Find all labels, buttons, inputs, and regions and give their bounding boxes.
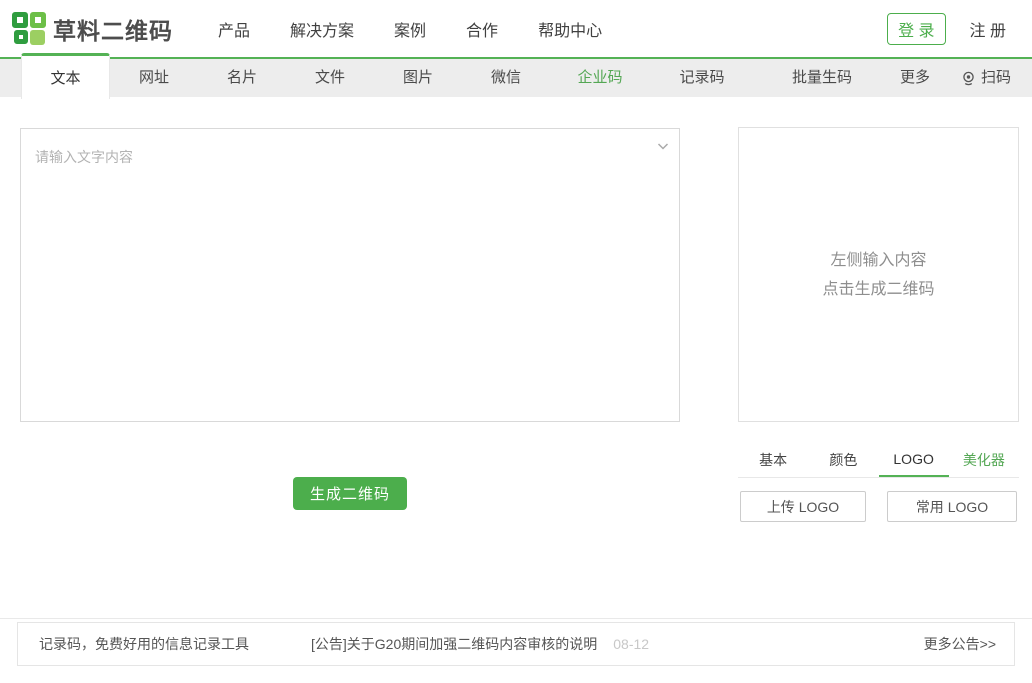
tab-record-code[interactable]: 记录码 [650, 59, 754, 97]
preview-hint-line1: 左侧输入内容 [830, 251, 927, 269]
header: 草料二维码 产品 解决方案 案例 合作 帮助中心 登 录 注 册 [0, 0, 1032, 57]
style-tab-logo[interactable]: LOGO [878, 443, 949, 477]
tab-image[interactable]: 图片 [374, 59, 462, 97]
style-tab-color[interactable]: 颜色 [808, 443, 878, 477]
main-nav: 产品 解决方案 案例 合作 帮助中心 [218, 17, 602, 41]
text-input-panel [20, 128, 680, 422]
page: 草料二维码 产品 解决方案 案例 合作 帮助中心 登 录 注 册 文本 网址 名… [0, 0, 1032, 683]
nav-item-cases[interactable]: 案例 [394, 17, 426, 41]
tab-more[interactable]: 更多 [890, 59, 940, 97]
preview-hint-line2: 点击生成二维码 [822, 280, 935, 298]
generate-qr-button[interactable]: 生成二维码 [293, 477, 407, 510]
nav-item-cooperation[interactable]: 合作 [466, 17, 498, 41]
footer-announcement-date: 08-12 [613, 636, 650, 652]
style-tabbar: 基本 颜色 LOGO 美化器 [738, 443, 1019, 478]
footer-announcement-link[interactable]: [公告]关于G20期间加强二维码内容审核的说明 [311, 634, 597, 654]
tab-url[interactable]: 网址 [110, 59, 198, 97]
logo-square-light [30, 29, 45, 45]
header-right: 登 录 注 册 [887, 12, 1006, 45]
common-logo-button[interactable]: 常用 LOGO [887, 491, 1017, 522]
code-type-tabbar: 文本 网址 名片 文件 图片 微信 企业码 记录码 批量生码 更多 扫码 [0, 53, 1032, 99]
footer-notice-bar: 记录码，免费好用的信息记录工具 [公告]关于G20期间加强二维码内容审核的说明 … [17, 622, 1015, 666]
text-content-input[interactable] [21, 129, 679, 421]
qr-logo-icon [12, 11, 46, 46]
login-button[interactable]: 登 录 [887, 12, 946, 45]
nav-item-help-center[interactable]: 帮助中心 [538, 17, 602, 41]
tab-scan-label: 扫码 [980, 69, 1011, 86]
tab-enterprise-code[interactable]: 企业码 [550, 59, 650, 97]
nav-item-solutions[interactable]: 解决方案 [290, 17, 354, 41]
style-tab-basic[interactable]: 基本 [738, 443, 808, 477]
tab-business-card[interactable]: 名片 [198, 59, 286, 97]
tab-text[interactable]: 文本 [21, 53, 110, 99]
upload-logo-button[interactable]: 上传 LOGO [740, 491, 866, 522]
chevron-down-icon[interactable] [655, 138, 671, 154]
logo-square-dark-small [14, 29, 28, 44]
tab-wechat[interactable]: 微信 [462, 59, 550, 97]
logo-square-mid [30, 11, 46, 28]
style-tab-beautifier[interactable]: 美化器 [949, 443, 1019, 477]
tab-file[interactable]: 文件 [286, 59, 374, 97]
logo-square-dark [12, 11, 28, 28]
nav-item-products[interactable]: 产品 [218, 17, 250, 41]
logo-button-row: 上传 LOGO 常用 LOGO [740, 491, 1019, 522]
webcam-icon [961, 71, 976, 86]
tab-batch-generate[interactable]: 批量生码 [754, 59, 890, 97]
register-link[interactable]: 注 册 [970, 17, 1006, 41]
footer-separator [0, 618, 1032, 619]
more-announcements-link[interactable]: 更多公告>> [924, 634, 996, 654]
site-title: 草料二维码 [53, 17, 173, 44]
footer-record-code-link[interactable]: 记录码，免费好用的信息记录工具 [39, 634, 249, 654]
site-logo[interactable]: 草料二维码 [12, 11, 173, 46]
tab-scan[interactable]: 扫码 [940, 59, 1032, 97]
qr-preview-panel: 左侧输入内容 点击生成二维码 [738, 127, 1019, 422]
